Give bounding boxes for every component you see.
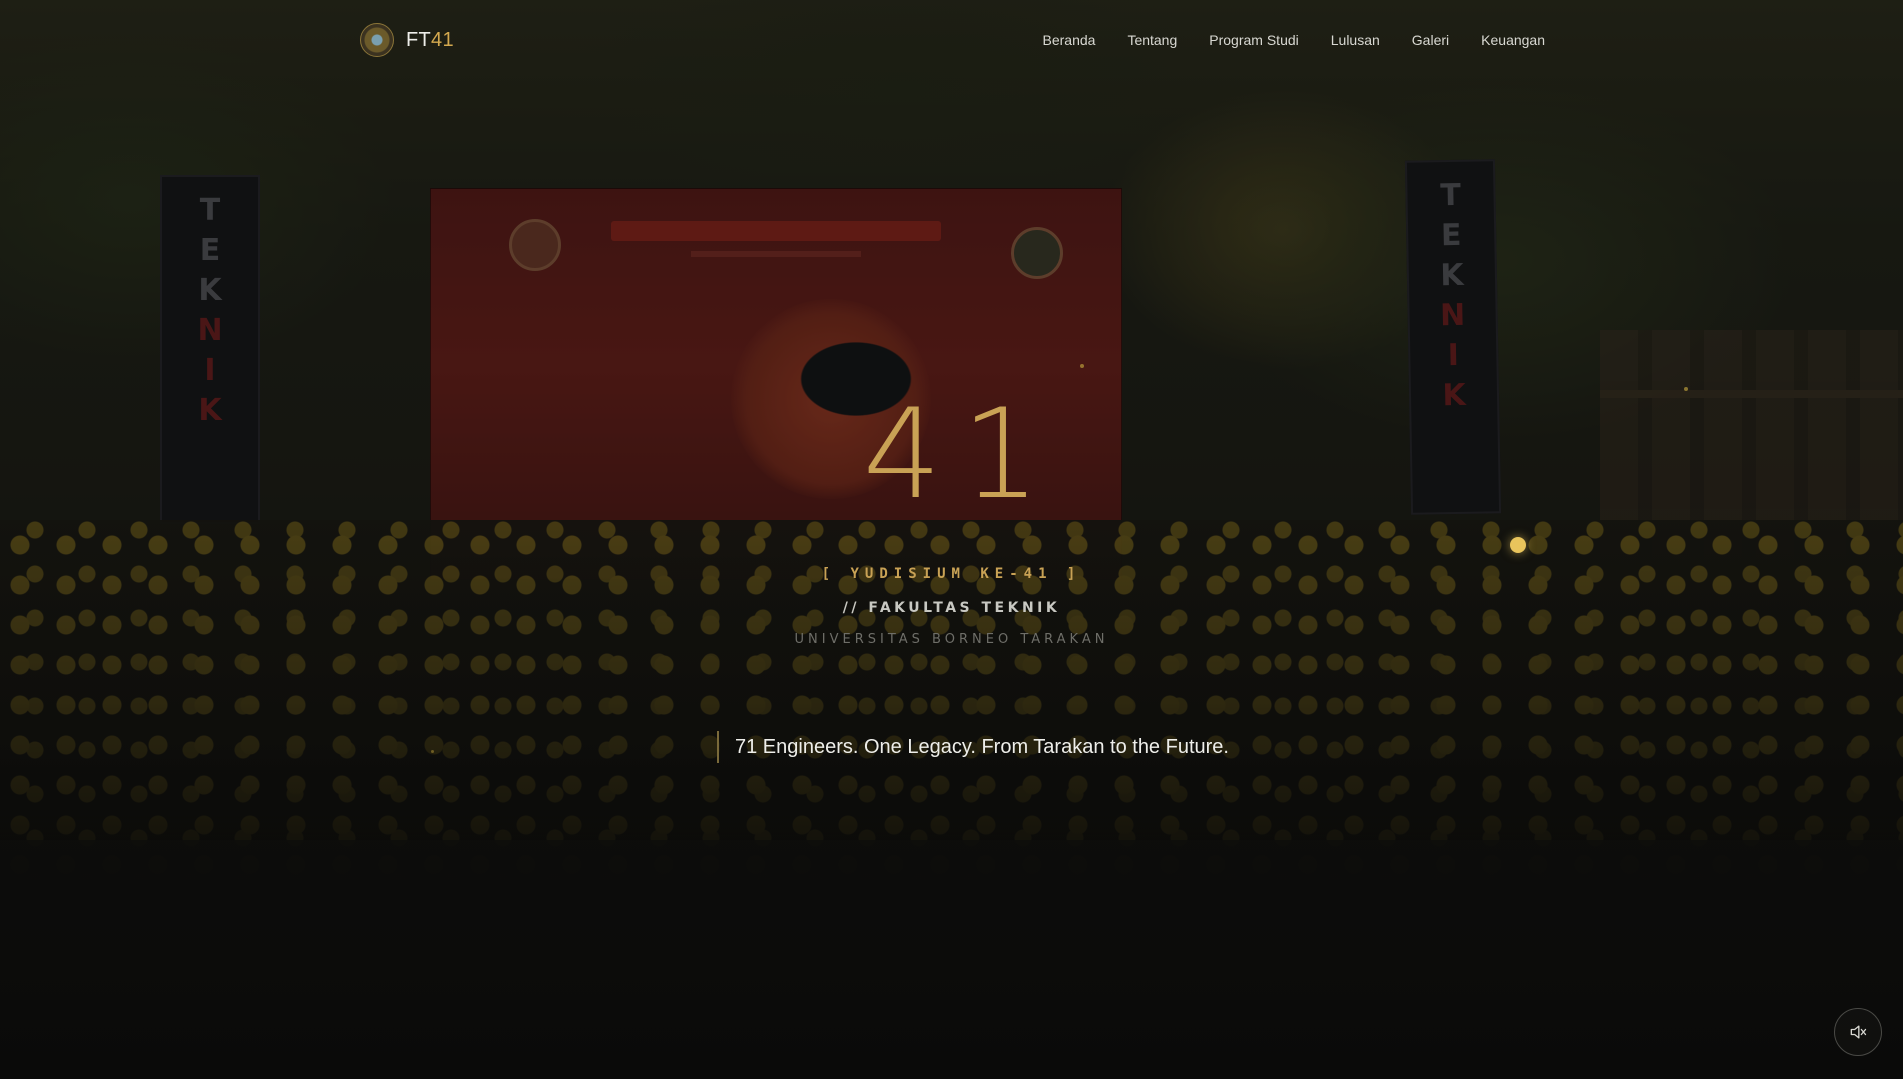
hero-kicker: [ YUDISIUM KE-41 ] <box>821 566 1082 582</box>
hero-university: UNIVERSITAS BORNEO TARAKAN <box>794 632 1109 647</box>
dark-overlay <box>0 0 1903 1079</box>
faculty-emblem-icon <box>360 23 394 57</box>
nav-links: Beranda Tentang Program Studi Lulusan Ga… <box>1043 26 1546 54</box>
brand-link[interactable]: FT41 <box>360 22 454 58</box>
nav-link-keuangan[interactable]: Keuangan <box>1481 26 1545 54</box>
brand-name-number: 41 <box>431 28 454 51</box>
speaker-muted-icon <box>1850 1025 1867 1039</box>
hero-section: TEKNIK TEKNIK FT41 Beranda Tentang Progr… <box>0 0 1903 1079</box>
tagline-accent-bar <box>717 731 719 763</box>
hero-number: 41 <box>862 383 1061 527</box>
hero-faculty: // FAKULTAS TEKNIK <box>842 600 1061 616</box>
particle <box>431 750 434 753</box>
nav-link-galeri[interactable]: Galeri <box>1412 26 1449 54</box>
navbar: FT41 Beranda Tentang Program Studi Lulus… <box>0 0 1903 80</box>
hero-tagline: 71 Engineers. One Legacy. From Tarakan t… <box>735 735 1229 758</box>
nav-link-beranda[interactable]: Beranda <box>1043 26 1096 54</box>
nav-link-program-studi[interactable]: Program Studi <box>1209 26 1298 54</box>
brand-name-prefix: FT <box>406 28 432 51</box>
brand-name: FT41 <box>406 29 454 52</box>
floating-gold-dot <box>1510 537 1526 553</box>
hero-tagline-block: 71 Engineers. One Legacy. From Tarakan t… <box>717 730 1229 764</box>
particle <box>1080 364 1084 368</box>
mute-toggle-button[interactable] <box>1834 1008 1882 1056</box>
nav-link-tentang[interactable]: Tentang <box>1127 26 1177 54</box>
nav-link-lulusan[interactable]: Lulusan <box>1331 26 1380 54</box>
